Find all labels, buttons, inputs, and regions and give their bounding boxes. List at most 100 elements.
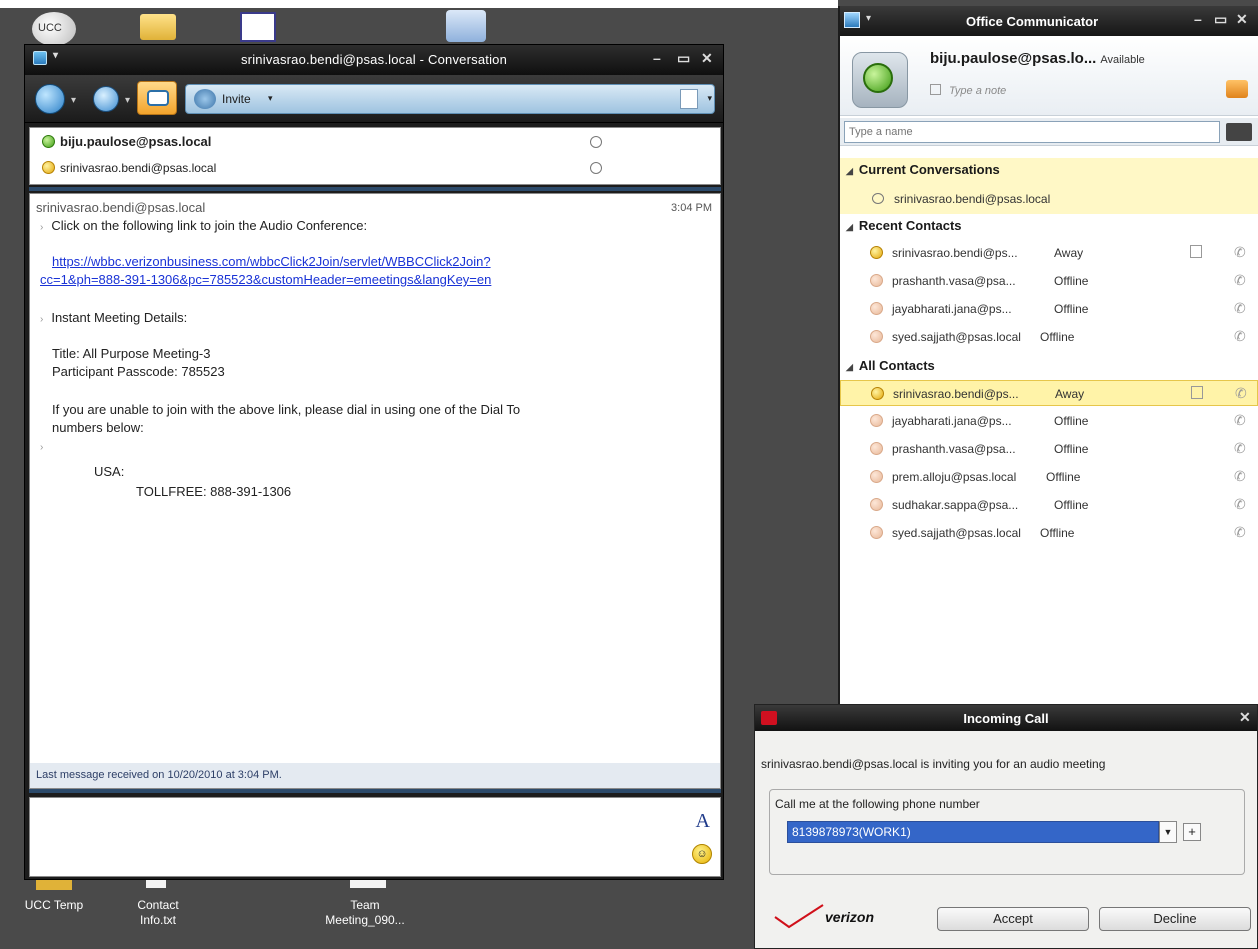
contact-row[interactable]: syed.sajjath@psas.local Offline ✆ — [840, 324, 1258, 350]
message-text: Instant Meeting Details: — [51, 310, 188, 325]
presence-offline-icon — [870, 498, 883, 511]
options-icon[interactable] — [680, 89, 698, 109]
presence-offline-icon — [870, 526, 883, 539]
presence-available-icon — [42, 135, 55, 148]
avatar[interactable] — [852, 52, 908, 108]
contact-status: Offline — [1054, 414, 1089, 428]
conference-link-line2[interactable]: cc=1&ph=888-391-1306&pc=785523&customHea… — [40, 272, 491, 287]
invite-button[interactable]: Invite ▾ ▾ — [185, 84, 715, 114]
invite-caret-icon: ▾ — [268, 93, 273, 103]
phone-icon[interactable]: ✆ — [1234, 440, 1246, 457]
incoming-call-titlebar[interactable]: Incoming Call ✕ — [755, 705, 1257, 731]
location-icon[interactable] — [1226, 80, 1248, 98]
participant-name: biju.paulose@psas.local — [60, 134, 212, 149]
contact-row[interactable]: syed.sajjath@psas.local Offline ✆ — [840, 520, 1258, 546]
collapse-icon: ◢ — [846, 166, 853, 176]
close-icon[interactable]: ✕ — [701, 50, 713, 67]
bullet-icon: › — [40, 442, 44, 453]
ucc-desktop-icon[interactable]: UCC — [32, 12, 76, 46]
dial-instructions-2: numbers below: — [52, 420, 144, 435]
invite-label: Invite — [222, 92, 251, 106]
call-button[interactable] — [35, 84, 65, 114]
call-caret-icon[interactable]: ▾ — [71, 95, 76, 106]
contact-row[interactable]: prashanth.vasa@psa... Offline ✆ — [840, 436, 1258, 462]
phone-icon[interactable]: ✆ — [1234, 272, 1246, 289]
contact-row[interactable]: jayabharati.jana@ps... Offline ✆ — [840, 408, 1258, 434]
presence-offline-icon — [870, 302, 883, 315]
contact-status: Offline — [1054, 442, 1089, 456]
phone-icon[interactable]: ✆ — [1234, 328, 1246, 345]
chevron-down-icon[interactable]: ▼ — [1159, 821, 1177, 843]
verizon-check-icon — [774, 904, 824, 929]
signed-in-user[interactable]: biju.paulose@psas.lo... Available — [930, 50, 1145, 67]
office-communicator-window: ▾ Office Communicator – ▭ ✕ biju.paulose… — [838, 6, 1258, 706]
contact-name: jayabharati.jana@ps... — [892, 414, 1012, 428]
decline-button[interactable]: Decline — [1099, 907, 1251, 931]
im-button[interactable] — [137, 81, 177, 115]
search-input[interactable] — [844, 121, 1220, 143]
group-current-conversations[interactable]: ◢ Current Conversations — [846, 162, 1000, 177]
communicator-menu-icon[interactable] — [844, 12, 860, 28]
contact-status: Offline — [1046, 470, 1081, 484]
message-compose-area[interactable]: A ☺ — [29, 797, 721, 877]
contact-row-selected[interactable]: srinivasrao.bendi@ps... Away ✆ — [840, 380, 1258, 406]
contact-name: sudhakar.sappa@psa... — [892, 498, 1019, 512]
video-caret-icon[interactable]: ▾ — [125, 95, 130, 106]
contact-row[interactable]: prashanth.vasa@psa... Offline ✆ — [840, 268, 1258, 294]
last-message-text: Last message received on 10/20/2010 at 3… — [36, 769, 282, 781]
participant-row[interactable]: biju.paulose@psas.local — [42, 134, 602, 156]
participant-list: biju.paulose@psas.local srinivasrao.bend… — [29, 127, 721, 185]
participant-row[interactable]: srinivasrao.bendi@psas.local — [42, 160, 602, 182]
group-label: Current Conversations — [858, 162, 1000, 177]
contact-row[interactable]: srinivasrao.bendi@ps... Away ✆ — [840, 240, 1258, 266]
app-desktop-icon[interactable] — [240, 12, 276, 42]
phone-icon[interactable]: ✆ — [1234, 496, 1246, 513]
group-all-contacts[interactable]: ◢ All Contacts — [846, 358, 935, 373]
bullet-icon: › — [40, 314, 44, 325]
current-conversation-item[interactable]: srinivasrao.bendi@psas.local — [840, 186, 1258, 212]
folder-icon — [36, 880, 72, 890]
contact-status: Offline — [1054, 498, 1089, 512]
minimize-icon[interactable]: – — [1194, 11, 1202, 27]
collapse-icon: ◢ — [846, 362, 853, 372]
phone-icon[interactable]: ✆ — [1234, 300, 1246, 317]
compose-splitter[interactable] — [29, 789, 721, 793]
view-options-icon[interactable] — [1226, 123, 1252, 141]
group-recent-contacts[interactable]: ◢ Recent Contacts — [846, 218, 962, 233]
user-name: biju.paulose@psas.lo... — [930, 50, 1097, 67]
phone-number-select[interactable]: 8139878973(WORK1) — [787, 821, 1159, 843]
personal-note[interactable]: Type a note — [930, 84, 1006, 97]
add-number-button[interactable]: + — [1183, 823, 1201, 841]
word-desktop-icon[interactable] — [446, 10, 486, 42]
phone-icon[interactable]: ✆ — [1234, 244, 1246, 261]
folder-desktop-icon[interactable] — [140, 14, 176, 40]
contact-row[interactable]: sudhakar.sappa@psa... Offline ✆ — [840, 492, 1258, 518]
communicator-titlebar[interactable]: ▾ Office Communicator – ▭ ✕ — [840, 6, 1258, 36]
accept-button[interactable]: Accept — [937, 907, 1089, 931]
conference-link-line1[interactable]: https://wbbc.verizonbusiness.com/wbbcCli… — [52, 254, 491, 269]
emoticon-button[interactable]: ☺ — [692, 844, 712, 864]
communicator-title: Office Communicator — [966, 14, 1099, 29]
communicator-menu-caret-icon[interactable]: ▾ — [866, 13, 871, 24]
video-button[interactable] — [93, 86, 119, 112]
conversation-titlebar[interactable]: ▾ srinivasrao.bendi@psas.local - Convers… — [25, 45, 723, 75]
close-icon[interactable]: ✕ — [1239, 709, 1251, 726]
desktop-icon-label: Team Meeting_090... — [325, 898, 405, 927]
font-button[interactable]: A — [696, 810, 710, 833]
maximize-icon[interactable]: ▭ — [1214, 11, 1227, 28]
phone-icon[interactable]: ✆ — [1235, 385, 1247, 402]
options-caret-icon[interactable]: ▾ — [707, 93, 712, 104]
participant-splitter[interactable] — [29, 187, 721, 191]
contact-row[interactable]: prem.alloju@psas.local Offline ✆ — [840, 464, 1258, 490]
phone-icon[interactable]: ✆ — [1234, 412, 1246, 429]
call-invitation-message: srinivasrao.bendi@psas.local is inviting… — [761, 757, 1106, 771]
contact-row[interactable]: jayabharati.jana@ps... Offline ✆ — [840, 296, 1258, 322]
phone-icon[interactable]: ✆ — [1234, 468, 1246, 485]
contact-name: srinivasrao.bendi@ps... — [893, 387, 1019, 401]
maximize-icon[interactable]: ▭ — [677, 50, 690, 67]
phone-icon[interactable]: ✆ — [1234, 524, 1246, 541]
minimize-icon[interactable]: – — [653, 50, 661, 66]
close-icon[interactable]: ✕ — [1236, 11, 1248, 28]
incoming-call-title: Incoming Call — [963, 711, 1049, 726]
meeting-title: Title: All Purpose Meeting-3 — [52, 346, 211, 361]
